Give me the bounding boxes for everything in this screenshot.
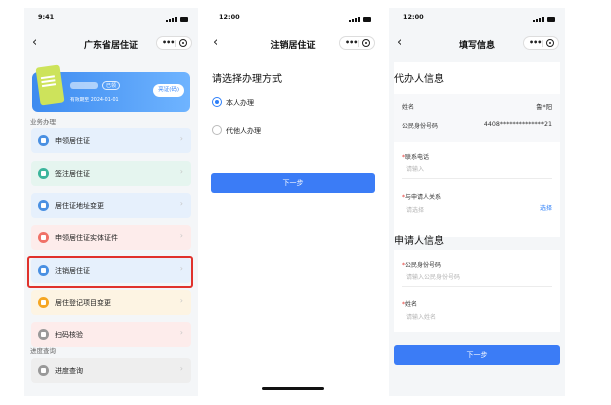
menu-item-label: 居住证地址变更 (55, 202, 104, 210)
agent-section-title: 代办人信息 (394, 74, 444, 85)
radio-unselected[interactable] (212, 125, 222, 135)
menu-item-label: 扫码核验 (55, 331, 83, 339)
menu-item-progress-query[interactable]: 进度查询 › (31, 358, 191, 383)
scan-icon (38, 329, 49, 340)
chevron-right-icon: › (179, 199, 183, 208)
more-icon[interactable]: ••• (529, 38, 542, 47)
section-business: 业务办理 (30, 118, 56, 126)
screen-cancel-permit: 12:00 ‹ 注销居住证 ••• 请选择办理方式 本人办理 代他人办理 下一步 (205, 8, 381, 396)
close-target-icon[interactable] (362, 39, 370, 47)
more-icon[interactable]: ••• (345, 38, 358, 47)
show-code-button[interactable]: 亮证(码) (153, 84, 184, 97)
signal-battery-icon (533, 14, 555, 22)
applicant-id-label: *公民身份号码 (402, 262, 442, 269)
menu-item-3[interactable]: 居住证地址变更 › (31, 193, 191, 218)
id-value: 4408**************21 (483, 121, 552, 128)
status-time: 12:00 (219, 13, 240, 21)
agent-identity-block: 姓名 鲁*阳 公民身份号码 4408**************21 (394, 94, 560, 142)
signal-battery-icon (349, 14, 371, 22)
phone-input[interactable]: 请输入 (406, 164, 424, 173)
menu-item-label: 签注居住证 (55, 170, 90, 178)
section-progress: 进度查询 (30, 347, 56, 355)
next-button[interactable]: 下一步 (211, 173, 375, 193)
menu-item-label: 申领居住证 (55, 137, 90, 145)
phone-label: *联系电话 (402, 154, 430, 161)
holder-name-redacted (70, 82, 98, 89)
close-target-icon[interactable] (179, 39, 187, 47)
applicant-section-title: 申请人信息 (394, 236, 444, 247)
menu-item-2[interactable]: 签注居住证 › (31, 161, 191, 186)
name-value: 鲁*阳 (536, 104, 552, 111)
relation-label: *与申请人关系 (402, 194, 442, 201)
location-icon (38, 200, 49, 211)
applicant-info-panel: *公民身份号码 请输入公民身份号码 *姓名 请输入姓名 (394, 250, 560, 332)
miniprogram-capsule[interactable]: ••• (523, 36, 559, 50)
card-icon (38, 232, 49, 243)
name-label: 姓名 (402, 104, 415, 111)
option-label: 本人办理 (226, 99, 254, 107)
applicant-name-input[interactable]: 请输入姓名 (406, 312, 436, 321)
close-target-icon[interactable] (546, 39, 554, 47)
status-bar: 12:00 (389, 8, 565, 26)
chevron-right-icon: › (179, 296, 183, 305)
applicant-id-input[interactable]: 请输入公民身份号码 (406, 272, 460, 281)
status-bar: 9:41 (24, 8, 198, 26)
screen-fill-info: 12:00 ‹ 填写信息 ••• 代办人信息 姓名 鲁*阳 公民身份号码 440… (389, 8, 565, 396)
chevron-right-icon: › (179, 167, 183, 176)
highlight-box (27, 256, 193, 288)
status-time: 12:00 (403, 13, 424, 21)
agent-contact-block: *联系电话 请输入 *与申请人关系 请选择 选择 (394, 142, 560, 237)
menu-item-label: 进度查询 (55, 367, 83, 375)
nav-bar: ‹ 广东省居住证 ••• (24, 30, 198, 56)
screen-residence-permit-home: 9:41 ‹ 广东省居住证 ••• 已领 有效期至 2024-01-01 亮证(… (24, 8, 198, 396)
permit-document-icon (35, 64, 65, 106)
residence-permit-card[interactable]: 已领 有效期至 2024-01-01 亮证(码) (32, 64, 190, 112)
status-bar: 12:00 (205, 8, 381, 26)
option-label: 代他人办理 (226, 127, 261, 135)
search-icon (38, 365, 49, 376)
radio-selected[interactable] (212, 97, 222, 107)
chevron-right-icon: › (179, 134, 183, 143)
status-time: 9:41 (38, 13, 55, 21)
edit-icon (38, 297, 49, 308)
miniprogram-capsule[interactable]: ••• (156, 36, 192, 50)
nav-bar: ‹ 填写信息 ••• (389, 30, 565, 56)
signal-battery-icon (166, 14, 188, 22)
home-indicator (262, 387, 324, 390)
id-card-icon (38, 135, 49, 146)
relation-input[interactable]: 请选择 (406, 205, 424, 214)
menu-item-label: 居住登记项目变更 (55, 299, 111, 307)
miniprogram-capsule[interactable]: ••• (339, 36, 375, 50)
relation-select-link[interactable]: 选择 (540, 203, 552, 212)
menu-item-6[interactable]: 居住登记项目变更 › (31, 290, 191, 315)
menu-item-7[interactable]: 扫码核验 › (31, 322, 191, 347)
menu-item-4[interactable]: 申领居住证实体证件 › (31, 225, 191, 250)
applicant-name-label: *姓名 (402, 301, 418, 308)
method-heading: 请选择办理方式 (212, 74, 282, 85)
valid-until: 有效期至 2024-01-01 (70, 98, 119, 103)
status-badge: 已领 (102, 81, 121, 90)
menu-item-1[interactable]: 申领居住证 › (31, 128, 191, 153)
next-button[interactable]: 下一步 (394, 345, 560, 365)
chevron-right-icon: › (179, 364, 183, 373)
chevron-right-icon: › (179, 328, 183, 337)
menu-item-label: 申领居住证实体证件 (55, 234, 118, 242)
nav-bar: ‹ 注销居住证 ••• (205, 30, 381, 56)
stamp-icon (38, 168, 49, 179)
chevron-right-icon: › (179, 231, 183, 240)
id-label: 公民身份号码 (402, 123, 439, 130)
more-icon[interactable]: ••• (162, 38, 175, 47)
